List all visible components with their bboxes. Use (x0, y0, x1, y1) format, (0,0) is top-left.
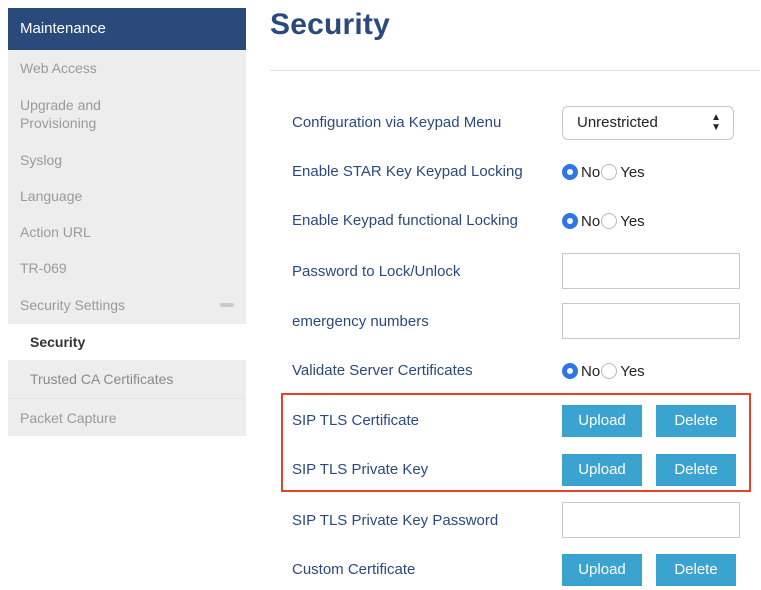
collapse-icon[interactable] (220, 303, 234, 307)
sidebar-item-security-settings-label: Security Settings (20, 297, 126, 313)
sip-tls-key-password-input[interactable] (562, 502, 740, 538)
functional-locking-label: Enable Keypad functional Locking (292, 212, 518, 229)
page-title: Security (270, 8, 390, 41)
row-validate-server-certs: Validate Server Certificates No Yes (292, 351, 752, 391)
password-lock-input[interactable] (562, 253, 740, 289)
sidebar-subitem-security[interactable]: Security (8, 324, 246, 360)
sidebar-item-language[interactable]: Language (8, 178, 246, 214)
sidebar-item-syslog[interactable]: Syslog (8, 142, 246, 178)
title-divider (270, 70, 760, 71)
row-emergency-numbers: emergency numbers (292, 302, 752, 342)
custom-certificate-label: Custom Certificate (292, 561, 416, 578)
sidebar-item-tr069[interactable]: TR-069 (8, 250, 246, 286)
sidebar-subitem-trusted-ca-certificates[interactable]: Trusted CA Certificates (8, 360, 246, 398)
functional-locking-radio-yes[interactable] (601, 213, 618, 229)
select-arrows-icon: ▲ ▼ (711, 112, 721, 133)
keypad-menu-select[interactable]: Unrestricted ▲ ▼ (562, 106, 734, 140)
validate-server-certs-radio-group: No Yes (562, 351, 646, 391)
row-functional-locking: Enable Keypad functional Locking No Yes (292, 201, 752, 241)
sidebar: Maintenance Web Access Upgrade and Provi… (8, 8, 246, 436)
sip-tls-private-key-delete-button[interactable]: Delete (656, 454, 736, 486)
sidebar-item-web-access[interactable]: Web Access (8, 50, 246, 86)
password-lock-label: Password to Lock/Unlock (292, 263, 461, 280)
row-sip-tls-private-key: SIP TLS Private Key Upload Delete (292, 450, 752, 490)
functional-locking-radio-group: No Yes (562, 201, 646, 241)
sidebar-item-action-url[interactable]: Action URL (8, 214, 246, 250)
sip-tls-certificate-delete-button[interactable]: Delete (656, 405, 736, 437)
functional-locking-no-label: No (581, 212, 601, 230)
star-key-locking-label: Enable STAR Key Keypad Locking (292, 163, 523, 180)
keypad-menu-value: Unrestricted (577, 114, 658, 131)
validate-server-certs-radio-no[interactable] (562, 363, 578, 379)
row-sip-tls-certificate: SIP TLS Certificate Upload Delete (292, 401, 752, 441)
validate-server-certs-radio-yes[interactable] (601, 363, 618, 379)
custom-certificate-upload-button[interactable]: Upload (562, 554, 642, 586)
row-custom-certificate: Custom Certificate Upload Delete (292, 550, 752, 590)
sip-tls-private-key-label: SIP TLS Private Key (292, 461, 429, 478)
emergency-numbers-input[interactable] (562, 303, 740, 339)
sidebar-header-maintenance[interactable]: Maintenance (8, 8, 246, 50)
sip-tls-key-password-label: SIP TLS Private Key Password (292, 512, 499, 529)
star-key-locking-radio-no[interactable] (562, 164, 578, 180)
star-key-locking-radio-group: No Yes (562, 152, 646, 192)
functional-locking-radio-no[interactable] (562, 213, 578, 229)
sip-tls-private-key-upload-button[interactable]: Upload (562, 454, 642, 486)
sidebar-item-packet-capture[interactable]: Packet Capture (8, 398, 246, 436)
validate-server-certs-yes-label: Yes (620, 362, 645, 380)
sip-tls-certificate-upload-button[interactable]: Upload (562, 405, 642, 437)
sidebar-group: Web Access Upgrade and Provisioning Sysl… (8, 50, 246, 436)
custom-certificate-delete-button[interactable]: Delete (656, 554, 736, 586)
star-key-locking-yes-label: Yes (620, 163, 645, 181)
row-star-key-locking: Enable STAR Key Keypad Locking No Yes (292, 152, 752, 192)
star-key-locking-radio-yes[interactable] (601, 164, 618, 180)
sidebar-item-upgrade-provisioning[interactable]: Upgrade and Provisioning (8, 86, 138, 142)
star-key-locking-no-label: No (581, 163, 601, 181)
validate-server-certs-no-label: No (581, 362, 601, 380)
row-password-lock: Password to Lock/Unlock (292, 252, 752, 292)
validate-server-certs-label: Validate Server Certificates (292, 362, 473, 379)
functional-locking-yes-label: Yes (620, 212, 645, 230)
row-keypad-menu: Configuration via Keypad Menu Unrestrict… (292, 103, 752, 143)
sip-tls-certificate-label: SIP TLS Certificate (292, 412, 420, 429)
emergency-numbers-label: emergency numbers (292, 313, 429, 330)
sidebar-item-security-settings[interactable]: Security Settings (8, 286, 246, 324)
keypad-menu-label: Configuration via Keypad Menu (292, 114, 502, 131)
row-sip-tls-key-password: SIP TLS Private Key Password (292, 501, 752, 541)
